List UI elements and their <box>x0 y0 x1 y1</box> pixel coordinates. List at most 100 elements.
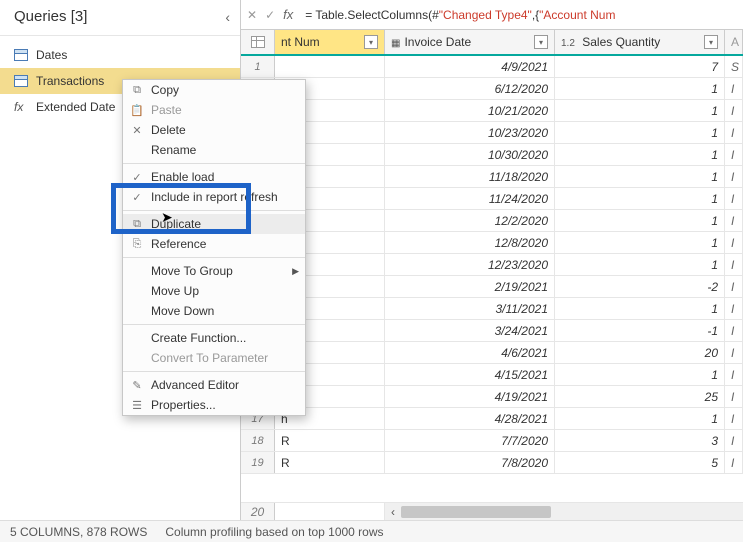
cell-invoice-date[interactable]: 2/19/2021 <box>385 276 555 297</box>
column-header-partial[interactable]: A <box>725 30 743 54</box>
cell-sales-quantity[interactable]: 3 <box>555 430 725 451</box>
column-filter-dropdown-icon[interactable]: ▾ <box>704 35 718 49</box>
cell-partial[interactable]: I <box>725 364 743 385</box>
table-row[interactable]: 14/9/20217S <box>241 56 743 78</box>
table-row[interactable]: 10/30/20201I <box>241 144 743 166</box>
cell-invoice-date[interactable]: 7/7/2020 <box>385 430 555 451</box>
cell-invoice-date[interactable]: 4/6/2021 <box>385 342 555 363</box>
menu-item-rename[interactable]: Rename <box>123 140 305 160</box>
table-row[interactable]: 10/23/20201I <box>241 122 743 144</box>
cell-invoice-date[interactable]: 3/11/2021 <box>385 298 555 319</box>
cell-invoice-date[interactable]: 10/21/2020 <box>385 100 555 121</box>
cell-invoice-date[interactable]: 11/18/2020 <box>385 166 555 187</box>
cell-partial[interactable]: I <box>725 144 743 165</box>
cell-invoice-date[interactable]: 3/24/2021 <box>385 320 555 341</box>
cell-sales-quantity[interactable]: 1 <box>555 144 725 165</box>
cell-sales-quantity[interactable]: 1 <box>555 188 725 209</box>
table-row[interactable]: 18R7/7/20203I <box>241 430 743 452</box>
cell-invoice-date[interactable]: 4/15/2021 <box>385 364 555 385</box>
cell-sales-quantity[interactable]: 1 <box>555 78 725 99</box>
cell-partial[interactable]: I <box>725 122 743 143</box>
cell-invoice-date[interactable]: 12/23/2020 <box>385 254 555 275</box>
cell-partial[interactable]: I <box>725 210 743 231</box>
collapse-panel-chevron-icon[interactable]: ‹ <box>225 9 230 25</box>
cell-partial[interactable]: S <box>725 56 743 77</box>
scroll-left-icon[interactable]: ‹ <box>385 503 401 520</box>
cell-account-num[interactable]: R <box>275 452 385 473</box>
column-header-invoice-date[interactable]: ▦Invoice Date ▾ <box>385 30 555 54</box>
cell-partial[interactable]: I <box>725 78 743 99</box>
cell-sales-quantity[interactable]: 1 <box>555 122 725 143</box>
menu-item-delete[interactable]: ✕Delete <box>123 120 305 140</box>
cell-sales-quantity[interactable]: 1 <box>555 254 725 275</box>
cell-partial[interactable]: I <box>725 166 743 187</box>
cell-partial[interactable]: I <box>725 452 743 473</box>
table-row[interactable]: 15h4/15/20211I <box>241 364 743 386</box>
cell-invoice-date[interactable]: 12/2/2020 <box>385 210 555 231</box>
menu-item-reference[interactable]: ⎘Reference <box>123 234 305 254</box>
cell-sales-quantity[interactable]: 7 <box>555 56 725 77</box>
cell-sales-quantity[interactable]: 1 <box>555 100 725 121</box>
cell-invoice-date[interactable]: 4/9/2021 <box>385 56 555 77</box>
cell-partial[interactable]: I <box>725 232 743 253</box>
cell-partial[interactable]: I <box>725 100 743 121</box>
cell-invoice-date[interactable]: 11/24/2020 <box>385 188 555 209</box>
menu-item-create-function[interactable]: Create Function... <box>123 328 305 348</box>
cell-partial[interactable]: I <box>725 320 743 341</box>
table-row[interactable]: 19R7/8/20205I <box>241 452 743 474</box>
cell-partial[interactable]: I <box>725 254 743 275</box>
cell-sales-quantity[interactable]: 1 <box>555 232 725 253</box>
cell-account-num[interactable] <box>275 56 385 77</box>
cell-invoice-date[interactable]: 10/23/2020 <box>385 122 555 143</box>
query-item-dates[interactable]: Dates <box>0 42 240 68</box>
cell-sales-quantity[interactable]: -2 <box>555 276 725 297</box>
cell-sales-quantity[interactable]: 1 <box>555 364 725 385</box>
cell-partial[interactable]: I <box>725 408 743 429</box>
cell-invoice-date[interactable]: 10/30/2020 <box>385 144 555 165</box>
menu-item-move-down[interactable]: Move Down <box>123 301 305 321</box>
table-row[interactable]: 12/8/20201I <box>241 232 743 254</box>
table-row[interactable]: 17h4/28/20211I <box>241 408 743 430</box>
table-row[interactable]: 16h4/19/202125I <box>241 386 743 408</box>
cell-invoice-date[interactable]: 4/28/2021 <box>385 408 555 429</box>
cell-partial[interactable]: I <box>725 430 743 451</box>
cell-partial[interactable]: I <box>725 386 743 407</box>
table-row[interactable]: 12/23/20201I <box>241 254 743 276</box>
cancel-formula-icon[interactable]: ✕ <box>247 8 257 22</box>
table-row[interactable]: 4/6/202120I <box>241 342 743 364</box>
cell-invoice-date[interactable]: 6/12/2020 <box>385 78 555 99</box>
column-filter-dropdown-icon[interactable]: ▾ <box>534 35 548 49</box>
table-row[interactable]: 12/2/20201I <box>241 210 743 232</box>
table-row[interactable]: 11/24/20201I <box>241 188 743 210</box>
cell-partial[interactable]: I <box>725 188 743 209</box>
cell-sales-quantity[interactable]: -1 <box>555 320 725 341</box>
table-row[interactable]: 2/19/2021-2I <box>241 276 743 298</box>
table-row[interactable]: 10/21/20201I <box>241 100 743 122</box>
cell-partial[interactable]: I <box>725 298 743 319</box>
cell-invoice-date[interactable]: 7/8/2020 <box>385 452 555 473</box>
cell-sales-quantity[interactable]: 1 <box>555 166 725 187</box>
cell-sales-quantity[interactable]: 25 <box>555 386 725 407</box>
menu-item-advanced-editor[interactable]: ✎Advanced Editor <box>123 375 305 395</box>
table-row[interactable]: 6/12/20201I <box>241 78 743 100</box>
menu-item-enable-load[interactable]: ✓Enable load <box>123 167 305 187</box>
hscroll-track[interactable]: ‹ <box>385 503 743 520</box>
column-header-account-num[interactable]: nt Num ▾ <box>275 30 385 54</box>
accept-formula-icon[interactable]: ✓ <box>265 8 275 22</box>
menu-item-include-in-report-refresh[interactable]: ✓Include in report refresh <box>123 187 305 207</box>
cell-invoice-date[interactable]: 12/8/2020 <box>385 232 555 253</box>
cell-partial[interactable]: I <box>725 342 743 363</box>
table-row[interactable]: 11/18/20201I <box>241 166 743 188</box>
menu-item-move-up[interactable]: Move Up <box>123 281 305 301</box>
cell-partial[interactable]: I <box>725 276 743 297</box>
menu-item-duplicate[interactable]: ⧉Duplicate <box>123 214 305 234</box>
cell-sales-quantity[interactable]: 1 <box>555 408 725 429</box>
cell-sales-quantity[interactable]: 5 <box>555 452 725 473</box>
formula-text[interactable]: = Table.SelectColumns(#"Changed Type4",{… <box>305 8 615 22</box>
menu-item-move-to-group[interactable]: Move To Group▶ <box>123 261 305 281</box>
cell-sales-quantity[interactable]: 20 <box>555 342 725 363</box>
column-filter-dropdown-icon[interactable]: ▾ <box>364 35 378 49</box>
table-row[interactable]: 3/24/2021-1I <box>241 320 743 342</box>
data-grid[interactable]: 14/9/20217S6/12/20201I10/21/20201I10/23/… <box>241 56 743 502</box>
column-header-sales-quantity[interactable]: 1.2 Sales Quantity ▾ <box>555 30 725 54</box>
